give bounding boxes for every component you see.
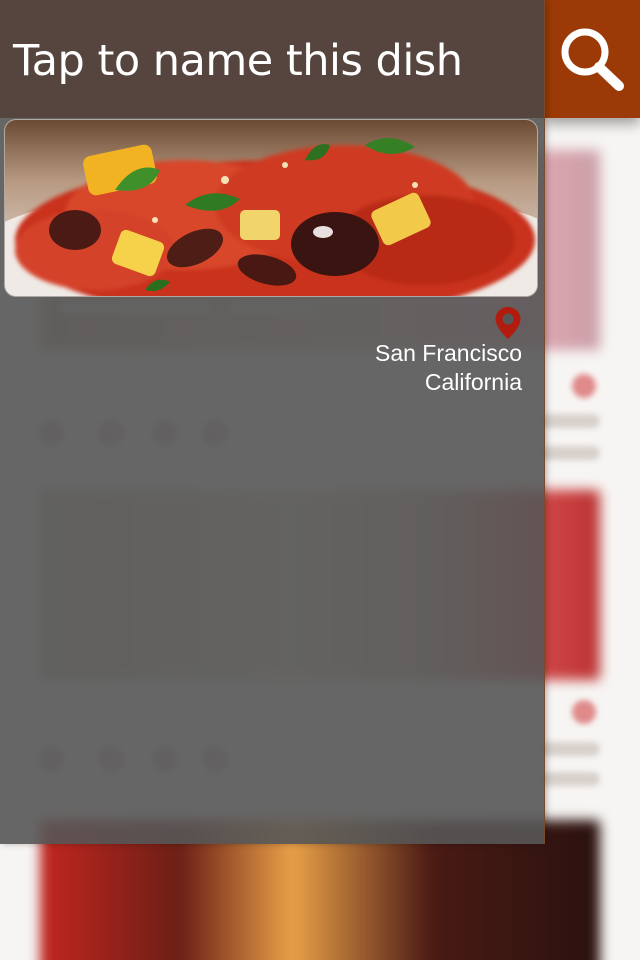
search-button[interactable] — [544, 0, 640, 118]
search-icon — [561, 28, 624, 91]
feed-card-text — [540, 742, 600, 756]
location-city: San Francisco — [374, 340, 522, 366]
feed-card-text — [540, 414, 600, 428]
feed-location-pin-icon — [572, 374, 596, 398]
feed-card-text — [540, 446, 600, 460]
location-pin-icon — [495, 307, 521, 339]
dish-photo-image — [5, 120, 537, 296]
feed-card-text — [540, 772, 600, 786]
dish-name-prompt[interactable]: Tap to name this dish — [13, 36, 463, 86]
dish-photo — [4, 119, 538, 297]
location-state: California — [424, 369, 522, 395]
feed-location-pin-icon — [572, 700, 596, 724]
dish-detail-panel: Tap to name this dish San Francisco Cali… — [0, 0, 545, 844]
dish-name-header[interactable]: Tap to name this dish — [0, 0, 544, 118]
